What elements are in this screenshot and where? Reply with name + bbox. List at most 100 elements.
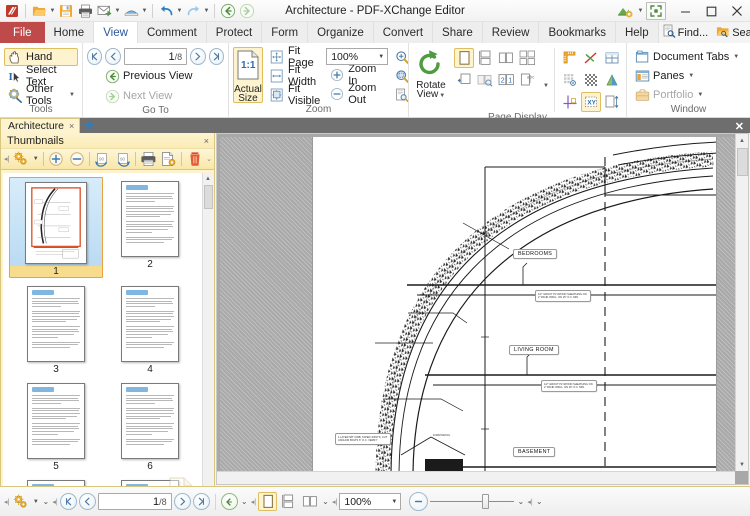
tab-bookmarks[interactable]: Bookmarks xyxy=(539,22,616,43)
search-button[interactable]: Search... xyxy=(713,25,750,41)
measurement-button[interactable] xyxy=(581,48,601,68)
document-view[interactable]: BEDROOMS LIVING ROOM BASEMENT 1 LAYER 5/… xyxy=(216,133,749,485)
redo-dropdown-caret[interactable]: ▼ xyxy=(203,2,210,20)
page-properties-button[interactable] xyxy=(160,150,177,168)
print-icon[interactable] xyxy=(76,2,94,20)
text-flow-button[interactable]: abc xyxy=(517,70,537,90)
reading-order-button[interactable]: 2 1 xyxy=(496,70,516,90)
thumbnails-scroll-up-icon[interactable]: ▲ xyxy=(202,173,214,184)
close-button[interactable] xyxy=(724,1,750,22)
undo-icon[interactable] xyxy=(157,2,175,20)
thumbnail-item-4[interactable]: 4 xyxy=(103,282,197,375)
back-icon[interactable] xyxy=(219,2,237,20)
thumbnail-item-2[interactable]: 2 xyxy=(103,177,197,278)
document-scroll-up-icon[interactable]: ▲ xyxy=(735,134,748,147)
rotate-pages-left-button[interactable]: 90 xyxy=(94,150,111,168)
document-canvas[interactable]: BEDROOMS LIVING ROOM BASEMENT 1 LAYER 5/… xyxy=(220,137,735,471)
fullscreen-icon[interactable] xyxy=(646,2,666,20)
split-view-button[interactable] xyxy=(602,70,622,90)
document-scroll-thumb[interactable] xyxy=(736,148,748,176)
bottom-zoom-caret-icon[interactable]: ▼ xyxy=(391,499,397,505)
scan-icon[interactable] xyxy=(122,2,140,20)
bottom-last-page-button[interactable] xyxy=(192,493,210,510)
bottom-two-page-button[interactable] xyxy=(300,492,319,511)
other-tools-caret-icon[interactable]: ▼ xyxy=(69,92,75,98)
tab-home[interactable]: Home xyxy=(44,22,95,43)
document-scroll-down-icon[interactable]: ▼ xyxy=(735,458,748,471)
bottom-page-number-input[interactable]: 1 /8 xyxy=(97,493,172,510)
tab-review[interactable]: Review xyxy=(482,22,540,43)
next-page-button[interactable] xyxy=(190,48,206,65)
other-tools-button[interactable]: Other Tools ▼ xyxy=(4,83,78,107)
checkerboard-icon-button[interactable] xyxy=(581,70,601,90)
horizontal-scroll-view-button[interactable] xyxy=(454,70,474,90)
rulers-button[interactable] xyxy=(560,48,580,68)
open-icon[interactable] xyxy=(30,2,48,20)
tab-view[interactable]: View xyxy=(94,22,138,43)
first-page-button[interactable] xyxy=(87,48,103,65)
bottom-single-page-button[interactable] xyxy=(258,492,278,511)
panes-caret-icon[interactable]: ▼ xyxy=(688,73,694,79)
open-dropdown-caret[interactable]: ▼ xyxy=(49,2,56,20)
zoom-dropdown-caret-icon[interactable]: ▼ xyxy=(378,54,384,60)
guides-button[interactable] xyxy=(560,92,580,112)
delete-pages-button[interactable] xyxy=(186,150,203,168)
document-tabs-button[interactable]: Document Tabs ▼ xyxy=(631,48,742,66)
forward-icon[interactable] xyxy=(238,2,256,20)
document-tabs-caret-icon[interactable]: ▼ xyxy=(733,54,739,60)
actual-size-button[interactable]: 1:1 Actual Size xyxy=(233,47,263,104)
bottom-previous-view-button[interactable] xyxy=(220,493,238,510)
bottom-options-caret-icon[interactable]: ▼ xyxy=(32,493,39,511)
bottom-continuous-button[interactable] xyxy=(279,492,298,511)
thumbnails-scroll-area[interactable]: 1 2 3 4 5 6 xyxy=(3,173,202,513)
page-layout-more-caret-icon[interactable]: ▼ xyxy=(543,83,549,89)
document-tab-close-icon[interactable]: × xyxy=(69,121,74,131)
status-overflow-chevron-2[interactable]: ⌄ xyxy=(240,497,249,506)
rotate-view-button[interactable]: Rotate View▼ xyxy=(413,46,449,101)
reduce-thumbnails-button[interactable] xyxy=(68,150,85,168)
tab-protect[interactable]: Protect xyxy=(206,22,263,43)
next-view-button[interactable]: Next View xyxy=(101,87,224,105)
cover-page-button[interactable] xyxy=(475,70,495,90)
tab-share[interactable]: Share xyxy=(433,22,483,43)
thumbnails-scrollbar[interactable]: ▲ ▼ xyxy=(202,173,214,513)
panes-button[interactable]: Panes ▼ xyxy=(631,67,742,85)
thumbnail-item-5[interactable]: 5 xyxy=(9,379,103,472)
toolbar-drag-handle[interactable]: ◂| xyxy=(4,155,9,163)
status-bar-drag-handle[interactable]: ◂| xyxy=(4,498,9,506)
fit-visible-button[interactable]: Fit Visible xyxy=(266,83,323,107)
save-icon[interactable] xyxy=(57,2,75,20)
status-overflow-chevron-1[interactable]: ⌄ xyxy=(41,497,50,506)
undo-dropdown-caret[interactable]: ▼ xyxy=(176,2,183,20)
last-page-button[interactable] xyxy=(208,48,224,65)
document-tab-architecture[interactable]: Architecture × xyxy=(0,118,81,133)
document-horizontal-scrollbar[interactable] xyxy=(217,471,735,484)
page-number-input[interactable]: 1 /8 xyxy=(123,48,188,65)
customize-icon[interactable] xyxy=(615,2,635,20)
snap-grid-button[interactable] xyxy=(560,70,580,90)
bottom-first-page-button[interactable] xyxy=(59,493,77,510)
enlarge-thumbnails-button[interactable] xyxy=(48,150,65,168)
print-pages-button[interactable] xyxy=(140,150,157,168)
portfolio-caret-icon[interactable]: ▼ xyxy=(697,92,703,98)
bottom-zoom-out-button[interactable] xyxy=(409,492,429,511)
zoom-slider-knob[interactable] xyxy=(482,494,490,509)
redo-icon[interactable] xyxy=(184,2,202,20)
thumbnail-item-1[interactable]: 1 xyxy=(9,177,103,278)
grid-button[interactable] xyxy=(602,48,622,68)
status-overflow-chevron-4[interactable]: ⌄ xyxy=(516,497,525,506)
status-overflow-chevron-3[interactable]: ⌄ xyxy=(321,497,330,506)
rotate-pages-right-button[interactable]: 90 xyxy=(114,150,131,168)
status-overflow-chevron-5[interactable]: ⌄ xyxy=(535,497,544,506)
zoom-out-button[interactable]: Zoom Out xyxy=(326,82,388,106)
bottom-previous-page-button[interactable] xyxy=(78,493,96,510)
maximize-button[interactable] xyxy=(698,1,724,22)
bottom-options-button[interactable] xyxy=(11,492,30,511)
tab-help[interactable]: Help xyxy=(615,22,659,43)
zoom-slider[interactable] xyxy=(430,494,515,510)
bottom-next-page-button[interactable] xyxy=(173,493,191,510)
tab-file[interactable]: File xyxy=(0,22,45,43)
bottom-zoom-combobox[interactable]: 100% ▼ xyxy=(339,493,402,510)
email-dropdown-caret[interactable]: ▼ xyxy=(114,2,121,20)
rotate-view-caret-icon[interactable]: ▼ xyxy=(439,93,445,99)
